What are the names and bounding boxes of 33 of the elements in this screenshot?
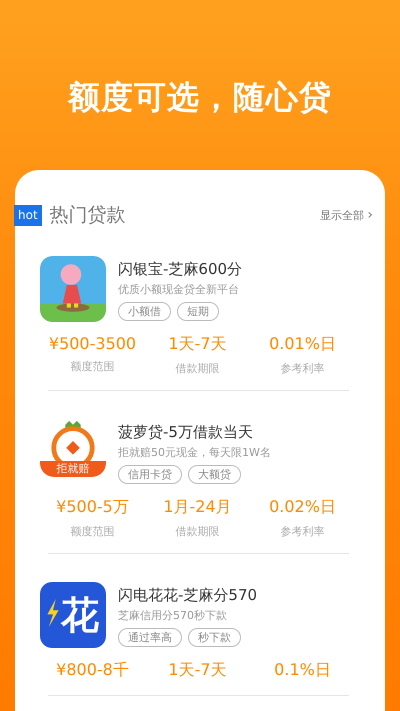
loan-description: 拒就赔50元现金，每天限1W名 xyxy=(118,445,271,460)
tag: 短期 xyxy=(177,302,219,321)
loan-description: 芝麻信用分570秒下款 xyxy=(118,608,228,623)
tag: 信用卡贷 xyxy=(118,465,182,484)
stat-value: ¥800-8千 xyxy=(56,660,129,681)
stat-value: 1天-7天 xyxy=(168,334,227,355)
stat-value: 1天-7天 xyxy=(168,660,227,681)
headline: 额度可选，随心贷 xyxy=(68,77,332,118)
tag: 通过率高 xyxy=(118,628,182,647)
stat-label: 额度范围 xyxy=(70,524,114,539)
stat-value: 0.02%日 xyxy=(269,497,336,518)
stat-label: 借款期限 xyxy=(176,524,220,539)
hot-badge: hot xyxy=(14,204,42,226)
app-logo: 拒就赔 xyxy=(40,419,106,485)
stat-value: 1月-24月 xyxy=(163,497,232,518)
loan-title: 闪银宝-芝麻600分 xyxy=(118,260,242,279)
stat-label: 借款期限 xyxy=(176,361,220,376)
stat-value: 0.1%日 xyxy=(274,660,331,681)
loan-title: 菠萝贷-5万借款当天 xyxy=(118,423,254,442)
stat-value: 0.01%日 xyxy=(269,334,336,355)
tag: 小额借 xyxy=(118,302,171,321)
stat-value: ¥500-3500 xyxy=(48,334,136,353)
show-all-link[interactable]: 显示全部 › xyxy=(320,207,373,223)
stat-label: 参考利率 xyxy=(280,524,324,539)
stat-value: ¥500-5万 xyxy=(56,497,129,518)
loan-title: 闪电花花-芝麻分570 xyxy=(118,586,258,605)
tag: 大额贷 xyxy=(188,465,241,484)
section-title: 热门贷款 xyxy=(50,203,126,228)
loan-description: 优质小额现金贷全新平台 xyxy=(118,282,240,297)
app-logo: 花 xyxy=(40,582,106,648)
stat-label: 额度范围 xyxy=(70,359,114,374)
stat-label: 参考利率 xyxy=(280,361,324,376)
tag: 秒下款 xyxy=(188,628,241,647)
